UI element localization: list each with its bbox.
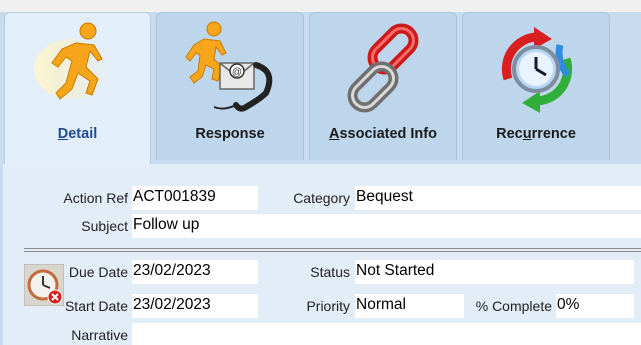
section-divider: [24, 248, 641, 249]
due-date-field[interactable]: 23/02/2023: [132, 260, 258, 284]
percent-complete-label: % Complete: [475, 298, 552, 314]
running-man-mail-phone-icon: @: [185, 21, 273, 112]
alarm-clock-cancel-icon: [24, 264, 64, 306]
tab-response-label: Response: [195, 126, 265, 142]
tab-recurrence[interactable]: Recurrence: [462, 12, 610, 160]
action-ref-field[interactable]: ACT001839: [132, 186, 258, 210]
due-date-label: Due Date: [68, 264, 128, 280]
status-field[interactable]: Not Started: [355, 260, 634, 284]
status-label: Status: [310, 264, 350, 280]
running-man-icon: [33, 22, 110, 100]
start-date-field[interactable]: 23/02/2023: [132, 294, 258, 318]
tab-detail[interactable]: Detail: [4, 12, 151, 164]
category-field[interactable]: Bequest: [355, 186, 641, 210]
tab-response[interactable]: @ Response: [156, 12, 304, 160]
priority-field[interactable]: Normal: [355, 294, 464, 318]
start-date-label: Start Date: [64, 298, 128, 314]
clock-arrows-icon: [501, 27, 573, 113]
percent-complete-field[interactable]: 0%: [556, 294, 634, 318]
action-ref-label: Action Ref: [63, 190, 128, 206]
section-divider-shadow: [24, 251, 641, 252]
tab-associated-info-label: Associated Info: [329, 126, 437, 142]
chain-link-icon: [347, 23, 419, 113]
svg-text:@: @: [232, 67, 242, 78]
narrative-field[interactable]: [132, 323, 641, 345]
window-top-strip: [0, 0, 641, 12]
tab-detail-label: Detail: [57, 126, 98, 142]
priority-label: Priority: [306, 298, 350, 314]
subject-label: Subject: [81, 218, 128, 234]
narrative-label: Narrative: [71, 327, 128, 343]
tab-associated-info[interactable]: Associated Info: [309, 12, 457, 160]
tab-recurrence-label: Recurrence: [496, 126, 576, 142]
category-label: Category: [293, 190, 350, 206]
subject-field[interactable]: Follow up: [132, 214, 641, 238]
